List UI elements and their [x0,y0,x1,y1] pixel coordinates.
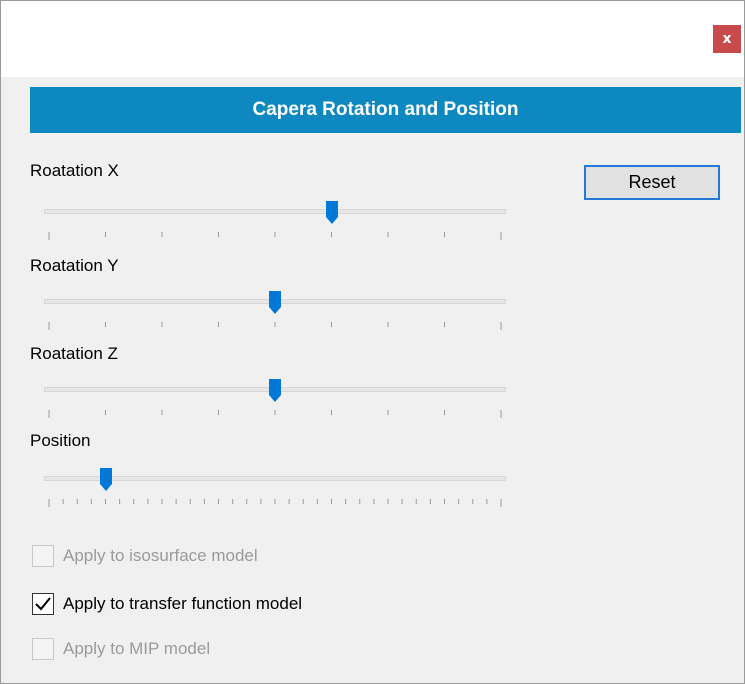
slider-track [44,209,506,214]
position-label: Position [30,431,91,450]
close-button[interactable]: x [713,25,741,53]
slider-ticks [48,232,502,240]
position-slider[interactable] [41,468,511,510]
checkmark-icon [35,597,51,611]
slider-thumb[interactable] [269,379,281,402]
rotation-z-label: Roatation Z [30,344,118,363]
slider-thumb[interactable] [269,291,281,314]
slider-track [44,476,506,481]
checkbox-box[interactable] [32,593,54,615]
slider-thumb[interactable] [325,201,338,224]
panel-header: Capera Rotation and Position [30,87,741,133]
close-icon: x [722,31,732,47]
slider-ticks [48,322,502,330]
checkbox-box[interactable] [32,545,54,567]
rotation-x-label: Roatation X [30,161,119,180]
title-bar: x [1,1,744,77]
rotation-z-slider[interactable] [41,379,511,421]
slider-ticks [48,499,502,507]
rotation-x-slider[interactable] [41,201,511,243]
dialog-window: x Capera Rotation and Position Reset Roa… [0,0,745,684]
reset-button[interactable]: Reset [584,165,720,200]
checkbox-box[interactable] [32,638,54,660]
checkbox-label: Apply to isosurface model [63,546,258,565]
checkbox-label: Apply to transfer function model [63,594,303,613]
rotation-y-label: Roatation Y [30,256,119,275]
rotation-y-slider[interactable] [41,291,511,333]
slider-thumb[interactable] [99,468,112,491]
checkbox-label: Apply to MIP model [63,639,211,658]
slider-ticks [48,410,502,418]
